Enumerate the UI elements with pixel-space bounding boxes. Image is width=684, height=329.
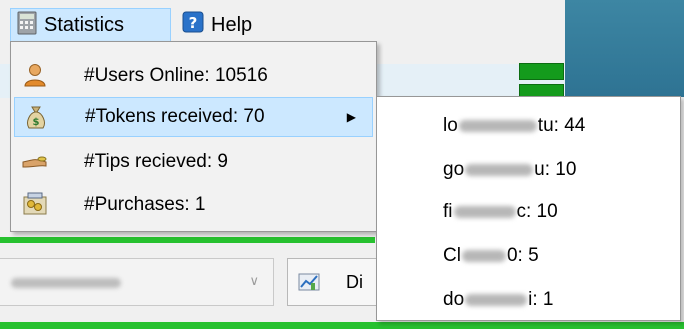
submenu-arrow-icon: ▶ bbox=[346, 110, 356, 124]
username-prefix: lo bbox=[443, 115, 458, 136]
chart-icon bbox=[298, 273, 320, 291]
display-button[interactable]: Di bbox=[287, 258, 387, 306]
background-blue-panel bbox=[565, 0, 684, 97]
username-redacted bbox=[465, 294, 528, 306]
help-question-icon: ? bbox=[182, 11, 204, 39]
statistics-dropdown: #Users Online: 10516 $ #Tokens received:… bbox=[10, 41, 377, 232]
username-suffix-count: c: 10 bbox=[516, 201, 558, 222]
username-redacted bbox=[458, 120, 537, 132]
user-icon bbox=[22, 62, 48, 88]
menu-item-label: #Purchases: 1 bbox=[84, 194, 206, 215]
username-prefix: do bbox=[443, 289, 465, 310]
username-prefix: Cl bbox=[443, 245, 461, 266]
green-progress-line bbox=[0, 237, 375, 243]
menu-item-tips-received[interactable]: #Tips recieved: 9 bbox=[14, 142, 373, 182]
menu-item-label: #Tips recieved: 9 bbox=[84, 151, 228, 172]
combobox-value-blurred bbox=[11, 278, 121, 288]
username-redacted bbox=[453, 206, 516, 218]
username-suffix-count: u: 10 bbox=[534, 159, 577, 180]
chevron-down-icon: ∨ bbox=[249, 273, 259, 288]
submenu-item-user-tokens[interactable]: Cl 0: 5 bbox=[443, 245, 539, 267]
menu-item-label: #Tokens received: 70 bbox=[85, 106, 265, 127]
menu-item-label: #Users Online: 10516 bbox=[84, 65, 268, 86]
submenu-item-user-tokens[interactable]: go u: 10 bbox=[443, 159, 576, 181]
menu-bar: Statistics ? Help bbox=[0, 0, 565, 44]
background-combobox[interactable]: ∨ bbox=[0, 258, 274, 306]
username-suffix-count: i: 1 bbox=[528, 289, 554, 310]
tokens-submenu: lo tu: 44 go u: 10 fi c: 10 Cl 0: 5 do i… bbox=[376, 96, 681, 321]
menu-statistics-label: Statistics bbox=[44, 14, 125, 36]
username-prefix: go bbox=[443, 159, 465, 180]
username-prefix: fi bbox=[443, 201, 453, 222]
menu-help-label: Help bbox=[211, 13, 253, 36]
money-bag-icon: $ bbox=[23, 104, 49, 130]
coins-box-icon bbox=[22, 191, 48, 217]
calculator-icon bbox=[17, 11, 37, 41]
svg-text:$: $ bbox=[33, 117, 40, 128]
menu-help[interactable]: ? Help bbox=[176, 8, 276, 42]
username-suffix-count: tu: 44 bbox=[537, 115, 586, 136]
username-redacted bbox=[461, 250, 506, 262]
status-indicator-green bbox=[519, 63, 564, 80]
username-redacted bbox=[465, 164, 534, 176]
menu-item-purchases[interactable]: #Purchases: 1 bbox=[14, 185, 373, 225]
green-progress-line-bottom bbox=[0, 322, 684, 329]
username-suffix-count: 0: 5 bbox=[506, 245, 539, 266]
display-button-label: Di bbox=[346, 272, 363, 292]
menu-item-users-online[interactable]: #Users Online: 10516 bbox=[14, 56, 373, 96]
submenu-item-user-tokens[interactable]: fi c: 10 bbox=[443, 201, 558, 223]
submenu-item-user-tokens[interactable]: lo tu: 44 bbox=[443, 115, 585, 137]
menu-statistics[interactable]: Statistics bbox=[10, 8, 171, 42]
submenu-item-user-tokens[interactable]: do i: 1 bbox=[443, 289, 554, 311]
svg-text:?: ? bbox=[189, 14, 198, 32]
hand-coin-icon bbox=[22, 148, 48, 174]
menu-item-tokens-received[interactable]: $ #Tokens received: 70 ▶ bbox=[14, 97, 373, 137]
